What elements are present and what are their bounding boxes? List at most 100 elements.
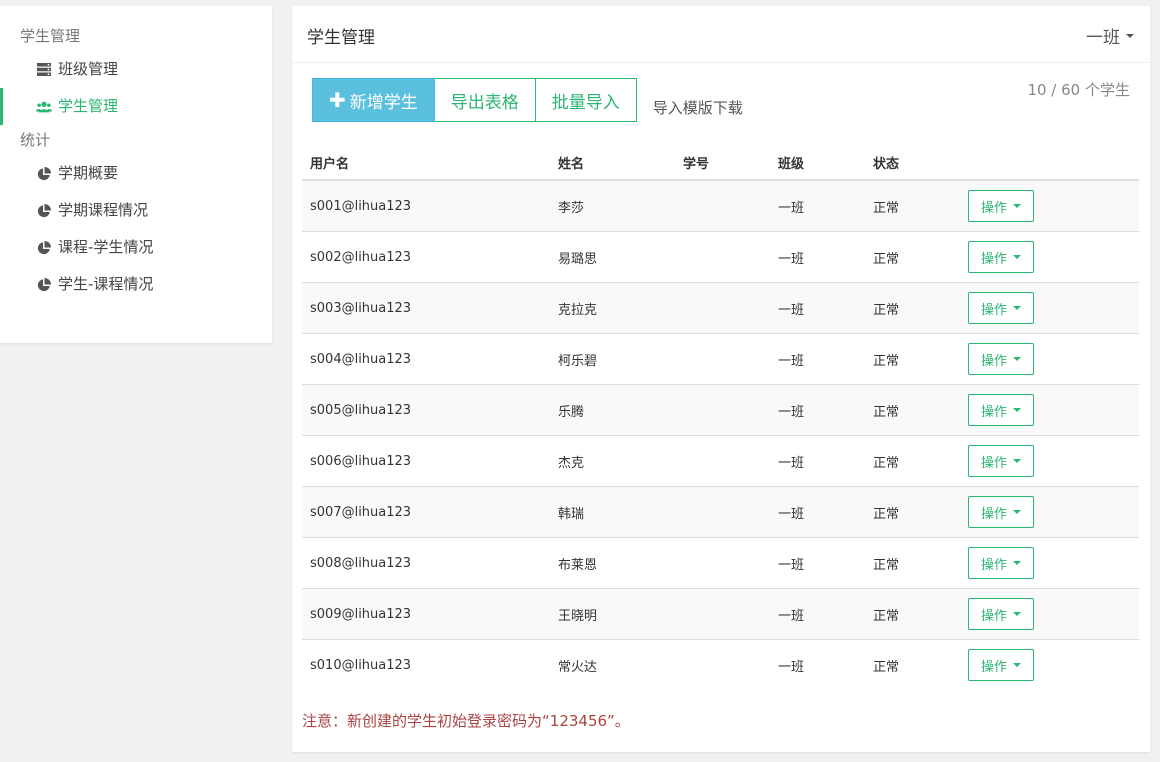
column-header-action [960,146,1139,181]
row-action-button[interactable]: 操作 [968,190,1035,222]
cell-student-no [675,537,770,589]
student-table: 用户名 姓名 学号 班级 状态 s001@lihua123 李莎 一班 正常 操… [302,146,1139,690]
caret-down-icon [1013,561,1022,565]
pie-chart-icon [36,166,52,182]
cell-name: 易璐思 [550,231,675,283]
table-header-row: 用户名 姓名 学号 班级 状态 [302,146,1139,181]
table-row: s005@lihua123 乐腾 一班 正常 操作 [302,384,1139,436]
sidebar-item-class-manage[interactable]: 班级管理 [0,51,272,88]
caret-down-icon [1013,459,1022,463]
sidebar-section-student-manage: 学生管理 [20,27,81,45]
table-row: s010@lihua123 常火达 一班 正常 操作 [302,639,1139,690]
cell-student-no [675,639,770,690]
row-action-button[interactable]: 操作 [968,343,1035,375]
caret-down-icon [1013,357,1022,361]
row-action-label: 操作 [981,659,1008,675]
row-action-label: 操作 [981,557,1008,573]
cell-class: 一班 [770,639,865,690]
cell-name: 杰克 [550,435,675,487]
sidebar: 学生管理 班级管理 学生管理 统计 学期概要 学期课程情况 课程-学生情况 学生… [0,6,272,343]
bulk-import-button[interactable]: 批量导入 [535,78,637,122]
sidebar-item-term-overview[interactable]: 学期概要 [0,155,272,192]
cell-name: 常火达 [550,639,675,690]
cell-action: 操作 [960,435,1139,487]
table-row: s007@lihua123 韩瑞 一班 正常 操作 [302,486,1139,538]
row-action-button[interactable]: 操作 [968,445,1035,477]
column-header-status: 状态 [865,146,960,181]
cell-status: 正常 [865,537,960,589]
pie-chart-icon [36,277,52,293]
sidebar-item-label: 课程-学生情况 [58,238,154,256]
sidebar-item-label: 班级管理 [58,60,119,78]
cell-status: 正常 [865,486,960,538]
cell-status: 正常 [865,384,960,436]
sidebar-item-student-course[interactable]: 学生-课程情况 [0,266,272,303]
row-action-button[interactable]: 操作 [968,649,1035,681]
cell-username: s006@lihua123 [302,435,550,487]
main-panel: 学生管理 一班 ✚ 新增学生 导出表格 批量导入 导入模版下载 10 / 60 … [292,6,1150,752]
export-table-button[interactable]: 导出表格 [434,78,536,122]
row-action-button[interactable]: 操作 [968,547,1035,579]
cell-class: 一班 [770,588,865,640]
cell-name: 韩瑞 [550,486,675,538]
column-header-name: 姓名 [550,146,675,181]
add-student-button[interactable]: ✚ 新增学生 [312,78,435,122]
server-icon [36,62,52,78]
cell-username: s002@lihua123 [302,231,550,283]
caret-down-icon [1013,204,1022,208]
sidebar-item-course-student[interactable]: 课程-学生情况 [0,229,272,266]
cell-status: 正常 [865,231,960,283]
cell-status: 正常 [865,639,960,690]
cell-class: 一班 [770,537,865,589]
caret-down-icon [1013,408,1022,412]
row-action-button[interactable]: 操作 [968,496,1035,528]
cell-username: s005@lihua123 [302,384,550,436]
cell-class: 一班 [770,179,865,232]
password-notice: 注意：新创建的学生初始登录密码为“123456”。 [302,712,630,730]
row-action-button[interactable]: 操作 [968,292,1035,324]
caret-down-icon [1126,33,1134,38]
cell-username: s003@lihua123 [302,282,550,334]
table-row: s001@lihua123 李莎 一班 正常 操作 [302,179,1139,232]
sidebar-item-label: 学期课程情况 [58,201,149,219]
cell-action: 操作 [960,588,1139,640]
panel-header: 学生管理 一班 [292,6,1150,63]
cell-status: 正常 [865,333,960,385]
cell-username: s007@lihua123 [302,486,550,538]
table-row: s006@lihua123 杰克 一班 正常 操作 [302,435,1139,487]
sidebar-item-student-manage[interactable]: 学生管理 [0,88,272,125]
cell-name: 王晓明 [550,588,675,640]
cell-action: 操作 [960,639,1139,690]
row-action-button[interactable]: 操作 [968,598,1035,630]
sidebar-section-statistics: 统计 [20,131,51,149]
table-row: s003@lihua123 克拉克 一班 正常 操作 [302,282,1139,334]
pie-chart-icon [36,240,52,256]
row-action-label: 操作 [981,353,1008,369]
row-action-button[interactable]: 操作 [968,394,1035,426]
student-count: 10 / 60 个学生 [1027,81,1130,99]
class-selector[interactable]: 一班 [1086,23,1134,48]
cell-action: 操作 [960,537,1139,589]
cell-username: s001@lihua123 [302,179,550,232]
cell-username: s004@lihua123 [302,333,550,385]
cell-action: 操作 [960,486,1139,538]
cell-student-no [675,384,770,436]
cell-class: 一班 [770,231,865,283]
table-row: s004@lihua123 柯乐碧 一班 正常 操作 [302,333,1139,385]
row-action-label: 操作 [981,608,1008,624]
sidebar-item-term-course[interactable]: 学期课程情况 [0,192,272,229]
class-selector-label: 一班 [1086,28,1120,48]
cell-status: 正常 [865,588,960,640]
cell-student-no [675,333,770,385]
caret-down-icon [1013,663,1022,667]
column-header-class: 班级 [770,146,865,181]
cell-action: 操作 [960,384,1139,436]
cell-student-no [675,435,770,487]
cell-name: 李莎 [550,179,675,232]
import-template-download-link[interactable]: 导入模版下载 [653,97,743,118]
cell-student-no [675,282,770,334]
row-action-button[interactable]: 操作 [968,241,1035,273]
sidebar-item-label: 学生管理 [58,97,119,115]
row-action-label: 操作 [981,302,1008,318]
table-row: s002@lihua123 易璐思 一班 正常 操作 [302,231,1139,283]
